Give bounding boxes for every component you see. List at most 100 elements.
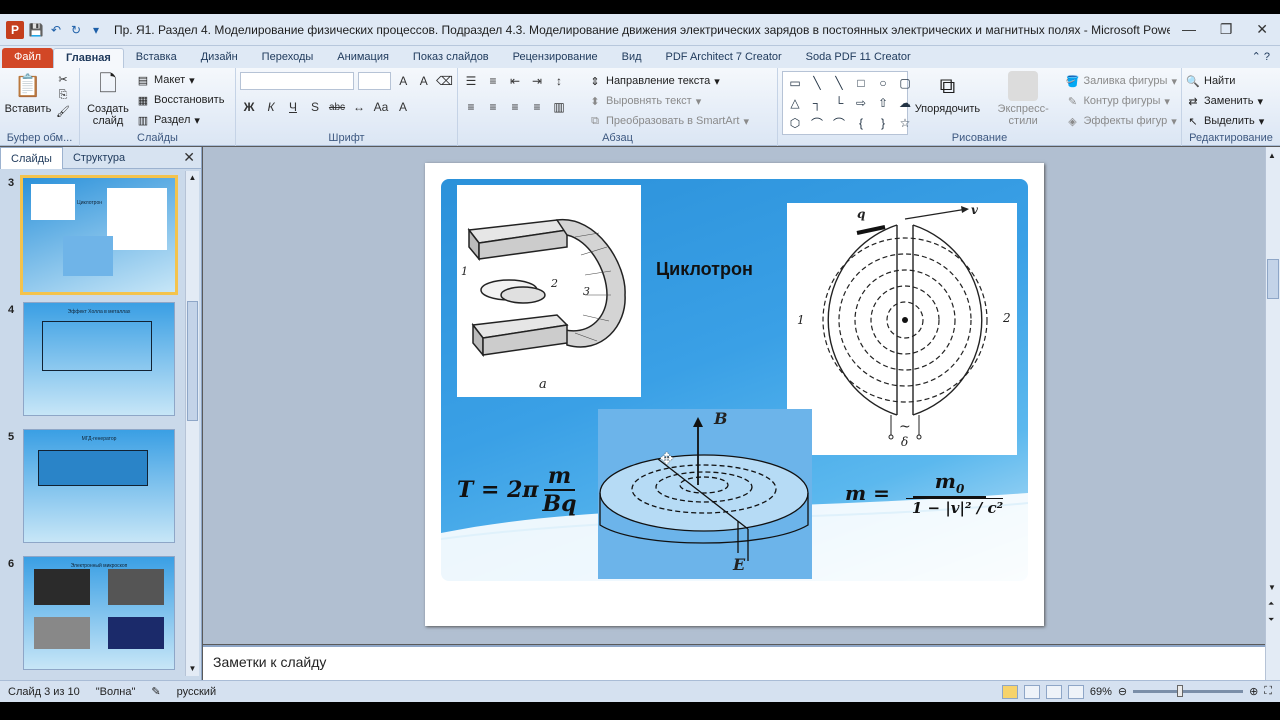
shape-fill-button[interactable]: 🪣 Заливка фигуры ▾ — [1065, 71, 1177, 91]
shape-connector-icon[interactable]: ┐ — [807, 94, 827, 112]
shape-rect-icon[interactable]: ▭ — [785, 74, 805, 92]
shape-elbow-icon[interactable]: └ — [829, 94, 849, 112]
shape-arc-icon[interactable]: ⌒ — [829, 114, 849, 132]
tab-slideshow[interactable]: Показ слайдов — [401, 48, 501, 68]
increase-indent-icon[interactable]: ⇥ — [528, 72, 546, 90]
shape-line-icon[interactable]: ╲ — [807, 74, 827, 92]
align-center-icon[interactable]: ≡ — [484, 98, 502, 116]
shape-hexagon-icon[interactable]: ⬡ — [785, 114, 805, 132]
char-spacing-icon[interactable]: ↔ — [350, 98, 368, 116]
font-size-select[interactable] — [357, 72, 392, 90]
tab-insert[interactable]: Вставка — [124, 48, 189, 68]
tab-slides-panel[interactable]: Слайды — [0, 146, 63, 169]
customize-qat-icon[interactable]: ▾ — [88, 22, 104, 38]
change-case-icon[interactable]: Aa — [372, 98, 390, 116]
columns-icon[interactable]: ▥ — [550, 98, 568, 116]
shrink-font-icon[interactable]: A — [416, 72, 433, 90]
tab-file[interactable]: Файл — [2, 48, 54, 68]
notes-field[interactable]: Заметки к слайду — [203, 645, 1265, 680]
theme-name[interactable]: "Волна" — [88, 686, 144, 698]
tab-transitions[interactable]: Переходы — [250, 48, 326, 68]
shape-arrow-up-icon[interactable]: ⇧ — [873, 94, 893, 112]
slide-scroll-down-icon[interactable]: ▼ — [1268, 583, 1276, 592]
prev-slide-icon[interactable]: ⏶ — [1268, 599, 1274, 609]
language-indicator[interactable]: русский — [169, 686, 224, 698]
smartart-button[interactable]: ⧉ Преобразовать в SmartArt ▾ — [588, 111, 749, 131]
shape-arrow-right-icon[interactable]: ⇨ — [851, 94, 871, 112]
clear-format-icon[interactable]: ⌫ — [436, 72, 453, 90]
decrease-indent-icon[interactable]: ⇤ — [506, 72, 524, 90]
grow-font-icon[interactable]: A — [395, 72, 412, 90]
text-direction-button[interactable]: ⇕ Направление текста ▾ — [588, 71, 749, 91]
copy-icon[interactable]: ⎘ — [56, 88, 70, 102]
layout-button[interactable]: ▤ Макет ▾ — [136, 70, 224, 90]
zoom-out-icon[interactable]: ⊖ — [1118, 685, 1127, 698]
tab-design[interactable]: Дизайн — [189, 48, 250, 68]
reading-view-button[interactable] — [1045, 684, 1062, 699]
find-button[interactable]: 🔍 Найти — [1186, 71, 1276, 91]
cut-icon[interactable]: ✂ — [56, 72, 70, 86]
bullets-icon[interactable]: ☰ — [462, 72, 480, 90]
shape-brace-left-icon[interactable]: { — [851, 114, 871, 132]
line-spacing-icon[interactable]: ↕ — [550, 72, 568, 90]
section-button[interactable]: ▥ Раздел ▾ — [136, 110, 224, 130]
slide-sorter-button[interactable] — [1023, 684, 1040, 699]
fit-slide-icon[interactable]: ⛶ — [1264, 685, 1272, 698]
format-painter-icon[interactable]: 🖌 — [56, 104, 70, 118]
font-family-select[interactable] — [240, 72, 354, 90]
replace-button[interactable]: ⇄ Заменить ▾ — [1186, 91, 1276, 111]
slide-title[interactable]: Циклотрон — [656, 259, 753, 280]
shape-cloud-icon[interactable]: ☁ — [895, 94, 915, 112]
align-left-icon[interactable]: ≡ — [462, 98, 480, 116]
underline-button[interactable]: Ч — [284, 98, 302, 116]
shape-outline-button[interactable]: ✎ Контур фигуры ▾ — [1065, 91, 1177, 111]
shape-star-icon[interactable]: ☆ — [895, 114, 915, 132]
normal-view-button[interactable] — [1001, 684, 1018, 699]
close-panel-icon[interactable]: ✕ — [183, 149, 195, 166]
scroll-down-icon[interactable]: ▼ — [187, 664, 198, 674]
shape-box-icon[interactable]: □ — [851, 74, 871, 92]
tab-pdf-architect[interactable]: PDF Architect 7 Creator — [654, 48, 794, 68]
paste-button[interactable]: 📋 Вставить — [4, 71, 52, 115]
shape-curve-icon[interactable]: ⌒ — [807, 114, 827, 132]
redo-icon[interactable]: ↻ — [68, 22, 84, 38]
tab-review[interactable]: Рецензирование — [501, 48, 610, 68]
spellcheck-icon[interactable]: ✎ — [143, 685, 168, 698]
slide-canvas[interactable]: 1 2 3 а Циклотрон q v 1 2 ~ δ B E ✥ T = … — [425, 163, 1044, 626]
shape-effects-button[interactable]: ◈ Эффекты фигур ▾ — [1065, 111, 1177, 131]
tab-soda-pdf[interactable]: Soda PDF 11 Creator — [794, 48, 923, 68]
bold-button[interactable]: Ж — [240, 98, 258, 116]
numbering-icon[interactable]: ≡ — [484, 72, 502, 90]
minimize-icon[interactable]: — — [1182, 21, 1196, 38]
font-color-icon[interactable]: A — [394, 98, 412, 116]
shape-oval-icon[interactable]: ○ — [873, 74, 893, 92]
select-button[interactable]: ↖ Выделить ▾ — [1186, 111, 1276, 131]
ribbon-help-icons[interactable]: ⌃ ? — [1252, 48, 1280, 68]
shapes-gallery[interactable]: ▭ ╲ ╲ □ ○ ▢ △ ┐ └ ⇨ ⇧ ☁ ⬡ ⌒ ⌒{} ☆ — [782, 71, 911, 135]
tab-animation[interactable]: Анимация — [325, 48, 401, 68]
shape-line2-icon[interactable]: ╲ — [829, 74, 849, 92]
save-icon[interactable]: 💾 — [28, 22, 44, 38]
strike-button[interactable]: abc — [328, 98, 346, 116]
slide-scrollbar[interactable]: ▲ ▼ ⏶ ⏷ — [1265, 147, 1280, 680]
justify-icon[interactable]: ≡ — [528, 98, 546, 116]
scroll-up-icon[interactable]: ▲ — [187, 173, 198, 183]
slideshow-button[interactable] — [1067, 684, 1084, 699]
restore-icon[interactable]: ❐ — [1220, 21, 1233, 38]
tab-outline-panel[interactable]: Структура — [63, 147, 135, 169]
slide-scroll-thumb[interactable] — [1267, 259, 1279, 299]
tab-view[interactable]: Вид — [610, 48, 654, 68]
tab-home[interactable]: Главная — [53, 48, 124, 68]
undo-icon[interactable]: ↶ — [48, 22, 64, 38]
shadow-button[interactable]: S — [306, 98, 324, 116]
zoom-in-icon[interactable]: ⊕ — [1249, 685, 1258, 698]
zoom-level[interactable]: 69% — [1090, 686, 1112, 698]
next-slide-icon[interactable]: ⏷ — [1268, 615, 1274, 625]
new-slide-button[interactable]: 🗋 Создать слайд — [84, 71, 132, 127]
quick-styles-button[interactable]: Экспресс-стили — [987, 71, 1060, 135]
panel-scroll-thumb[interactable] — [187, 301, 198, 421]
shape-rounded-icon[interactable]: ▢ — [895, 74, 915, 92]
italic-button[interactable]: К — [262, 98, 280, 116]
reset-button[interactable]: ▦ Восстановить — [136, 90, 225, 110]
panel-scrollbar[interactable]: ▲ ▼ — [185, 171, 199, 676]
